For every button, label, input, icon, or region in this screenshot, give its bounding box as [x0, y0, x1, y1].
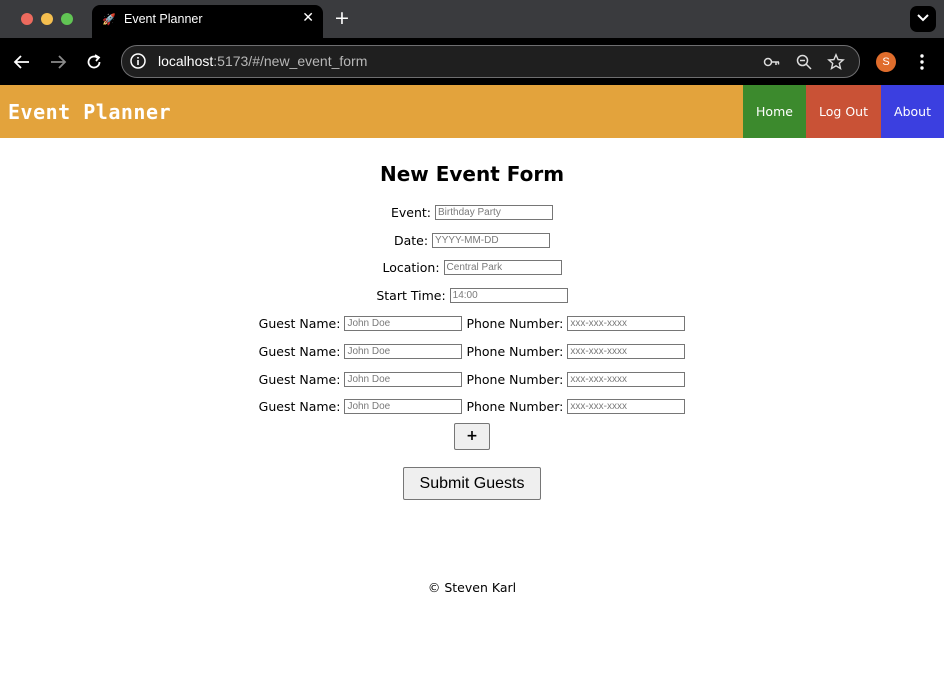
- guest-name-label: Guest Name:: [258, 344, 341, 359]
- tab-title: Event Planner: [124, 12, 203, 26]
- guest-row: Guest Name: Phone Number:: [0, 372, 944, 387]
- guest-name-input[interactable]: [344, 399, 463, 414]
- window-zoom-button[interactable]: [61, 13, 73, 25]
- new-tab-button[interactable]: +: [334, 7, 350, 29]
- guest-name-label: Guest Name:: [258, 399, 341, 414]
- start-time-input[interactable]: [449, 288, 568, 303]
- phone-number-label: Phone Number:: [466, 344, 564, 359]
- guest-row: Guest Name: Phone Number:: [0, 316, 944, 331]
- url-path: :5173/#/new_event_form: [213, 53, 368, 69]
- phone-number-input[interactable]: [567, 372, 686, 387]
- window-minimize-button[interactable]: [41, 13, 53, 25]
- app-header: Event Planner Home Log Out About: [0, 85, 944, 138]
- tab-search-button[interactable]: [910, 6, 936, 32]
- app-title: Event Planner: [8, 100, 172, 124]
- location-row: Location:: [0, 260, 944, 275]
- footer-copyright: © Steven Karl: [427, 580, 517, 595]
- more-menu-icon[interactable]: [913, 52, 931, 72]
- location-label: Location:: [382, 260, 440, 275]
- tab-close-icon[interactable]: ✕: [302, 10, 314, 26]
- zoom-out-icon[interactable]: [795, 53, 813, 71]
- page-title: New Event Form: [379, 162, 565, 186]
- key-icon[interactable]: [763, 53, 781, 71]
- event-label: Event:: [390, 205, 432, 220]
- guest-name-input[interactable]: [344, 344, 463, 359]
- start-time-row: Start Time:: [0, 288, 944, 303]
- start-time-label: Start Time:: [376, 288, 446, 303]
- phone-number-input[interactable]: [567, 316, 686, 331]
- guest-name-label: Guest Name:: [258, 316, 341, 331]
- phone-number-label: Phone Number:: [466, 399, 564, 414]
- event-input[interactable]: [435, 205, 554, 220]
- browser-tab-active[interactable]: 🚀 Event Planner ✕: [92, 5, 323, 38]
- date-label: Date:: [393, 233, 429, 248]
- guest-row: Guest Name: Phone Number:: [0, 399, 944, 414]
- phone-number-label: Phone Number:: [466, 316, 564, 331]
- bookmark-star-icon[interactable]: [827, 53, 845, 71]
- back-arrow-icon[interactable]: [13, 53, 31, 71]
- chevron-down-icon: [917, 14, 929, 22]
- forward-arrow-icon[interactable]: [49, 53, 67, 71]
- url-host: localhost: [158, 53, 214, 69]
- rocket-icon: 🚀: [102, 13, 116, 26]
- nav-about-link[interactable]: About: [881, 85, 944, 138]
- guest-name-input[interactable]: [344, 372, 463, 387]
- guest-row: Guest Name: Phone Number:: [0, 344, 944, 359]
- add-guest-button[interactable]: +: [454, 423, 490, 450]
- phone-number-input[interactable]: [567, 399, 686, 414]
- browser-titlebar: 🚀 Event Planner ✕ +: [0, 0, 944, 38]
- date-input[interactable]: [432, 233, 551, 248]
- event-row: Event:: [0, 205, 944, 220]
- submit-guests-button[interactable]: Submit Guests: [403, 467, 541, 500]
- site-info-icon[interactable]: [129, 52, 147, 70]
- url-text[interactable]: localhost:5173/#/new_event_form: [158, 53, 367, 69]
- date-row: Date:: [0, 233, 944, 248]
- nav-logout-link[interactable]: Log Out: [806, 85, 881, 138]
- profile-avatar[interactable]: S: [876, 52, 896, 72]
- nav-home-link[interactable]: Home: [743, 85, 806, 138]
- guest-name-label: Guest Name:: [258, 372, 341, 387]
- browser-toolbar: localhost:5173/#/new_event_form S: [0, 38, 944, 85]
- location-input[interactable]: [443, 260, 562, 275]
- window-close-button[interactable]: [21, 13, 33, 25]
- guest-name-input[interactable]: [344, 316, 463, 331]
- reload-icon[interactable]: [85, 53, 103, 71]
- address-bar[interactable]: localhost:5173/#/new_event_form: [121, 45, 860, 78]
- phone-number-input[interactable]: [567, 344, 686, 359]
- phone-number-label: Phone Number:: [466, 372, 564, 387]
